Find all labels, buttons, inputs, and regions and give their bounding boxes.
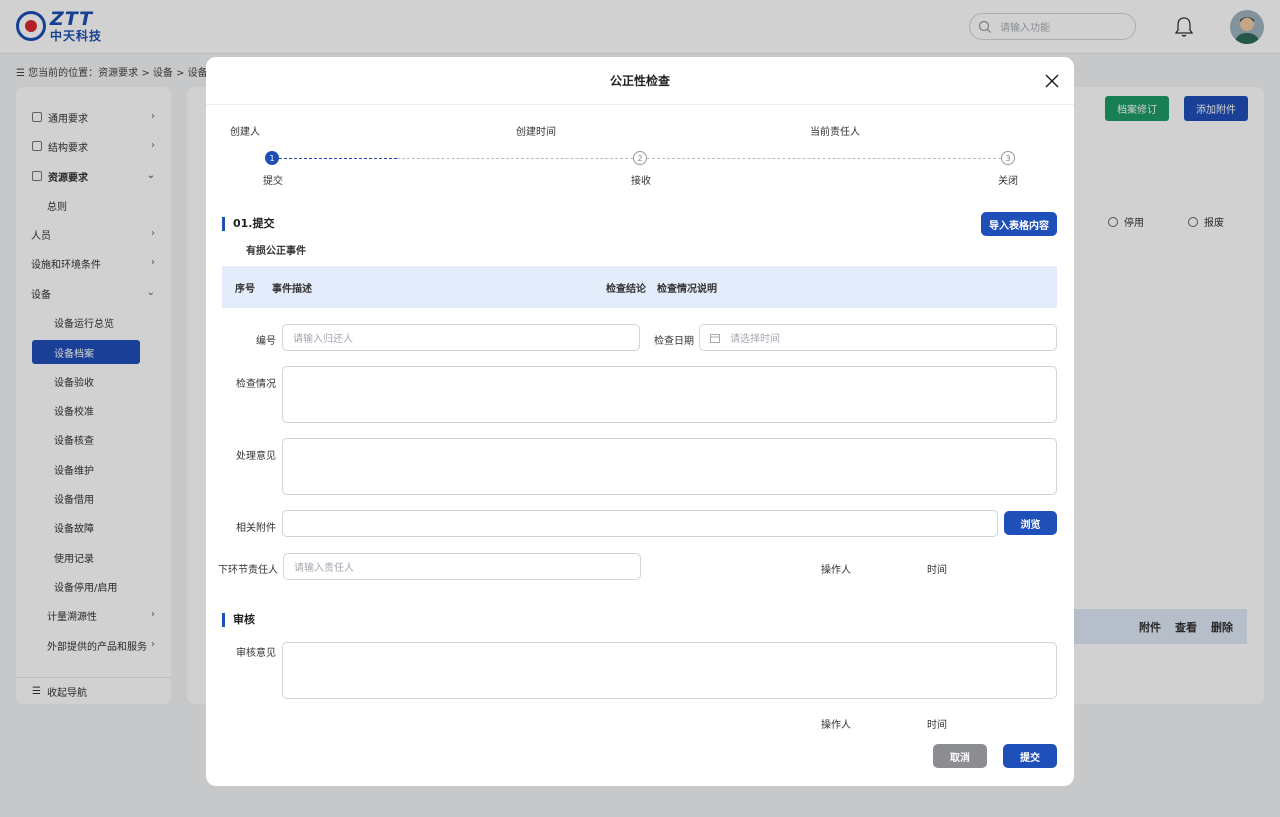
- import-table-button[interactable]: 导入表格内容: [981, 212, 1057, 236]
- check-situation-label: 检查情况: [236, 379, 276, 390]
- calendar-icon: [710, 333, 720, 343]
- step-3-label: 关闭: [998, 176, 1018, 187]
- meta-created-time: 创建时间: [516, 127, 556, 138]
- review-opinion-textarea[interactable]: [282, 642, 1057, 699]
- next-owner-input[interactable]: 请输入责任人: [283, 553, 641, 580]
- step-2: 2: [633, 151, 647, 165]
- step-2-label: 接收: [631, 176, 651, 187]
- modal-title: 公正性检查: [609, 74, 670, 88]
- col-explanation: 检查情况说明: [657, 284, 717, 295]
- step-line: [647, 158, 1001, 159]
- impairing-events-label: 有损公正事件: [246, 246, 306, 257]
- code-input[interactable]: 请输入归还人: [282, 324, 640, 351]
- attachment-label: 相关附件: [236, 523, 276, 534]
- submit-button[interactable]: 提交: [1003, 744, 1057, 768]
- handling-opinion-textarea[interactable]: [282, 438, 1057, 495]
- browse-button[interactable]: 浏览: [1004, 511, 1057, 535]
- review-opinion-label: 审核意见: [236, 648, 276, 659]
- check-date-input[interactable]: 请选择时间: [699, 324, 1057, 351]
- handling-opinion-label: 处理意见: [236, 451, 276, 462]
- meta-current-owner: 当前责任人: [810, 127, 860, 138]
- code-label: 编号: [256, 336, 276, 347]
- time-label: 时间: [927, 565, 947, 576]
- col-index: 序号: [235, 284, 255, 295]
- impartiality-check-modal: 公正性检查 创建人 创建时间 当前责任人 1 2 3 提交 接收 关闭 01.提…: [206, 57, 1074, 786]
- next-owner-label: 下环节责任人: [218, 565, 278, 576]
- check-date-label: 检查日期: [654, 336, 694, 347]
- close-icon[interactable]: [1044, 73, 1060, 89]
- section-submit-title: 01.提交: [222, 217, 275, 231]
- step-line-active: [279, 158, 397, 159]
- step-1: 1: [265, 151, 279, 165]
- col-description: 事件描述: [272, 284, 312, 295]
- attachment-input[interactable]: [282, 510, 998, 537]
- section-review-title: 审核: [222, 613, 255, 627]
- step-3: 3: [1001, 151, 1015, 165]
- progress-steps: 1 2 3: [265, 151, 1015, 165]
- cancel-button[interactable]: 取消: [933, 744, 987, 768]
- events-table-header: 序号 事件描述 检查结论 检查情况说明: [222, 266, 1057, 308]
- col-conclusion: 检查结论: [606, 284, 646, 295]
- check-situation-textarea[interactable]: [282, 366, 1057, 423]
- review-operator-label: 操作人: [821, 720, 851, 731]
- step-1-label: 提交: [263, 176, 283, 187]
- operator-label: 操作人: [821, 565, 851, 576]
- review-time-label: 时间: [927, 720, 947, 731]
- meta-creator: 创建人: [230, 127, 260, 138]
- modal-header: 公正性检查: [206, 57, 1074, 105]
- step-line: [397, 158, 633, 159]
